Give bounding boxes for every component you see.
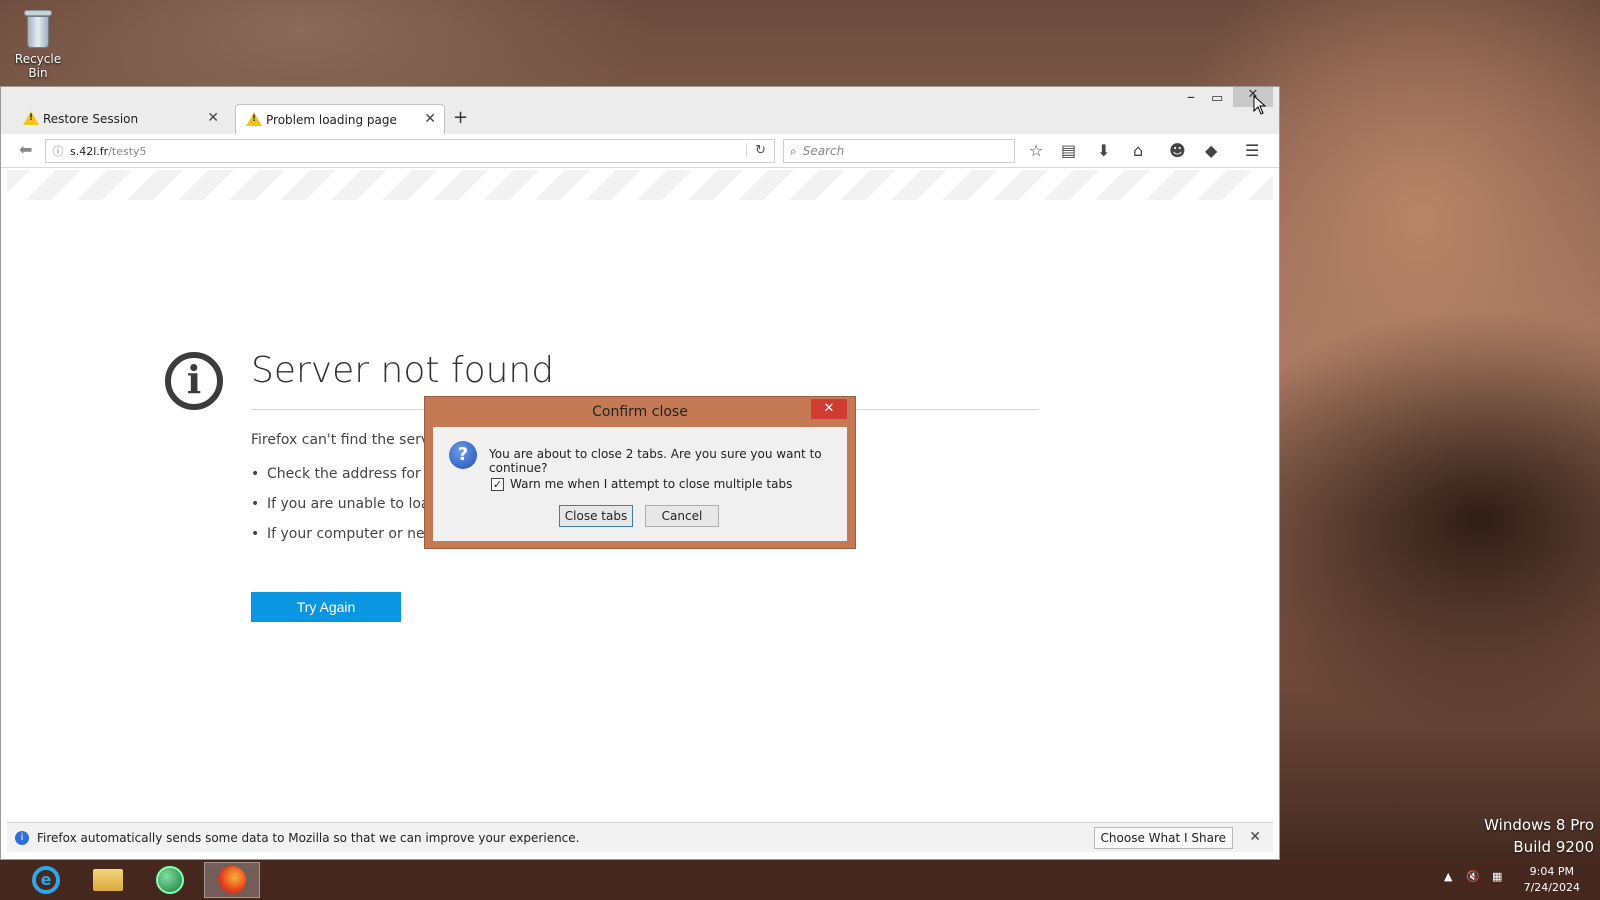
nav-bar: ⬅ ⓘ s.42l.fr/testy5 ↻ ⌕ Search ☆ ▤ ⬇ ⌂ ☻… <box>1 134 1279 168</box>
warn-checkbox-row[interactable]: ✓ Warn me when I attempt to close multip… <box>491 477 792 491</box>
tab-label: Problem loading page <box>266 112 397 127</box>
search-placeholder: Search <box>802 144 845 158</box>
site-info-icon[interactable]: ⓘ <box>46 143 70 159</box>
tab-label: Restore Session <box>43 112 139 126</box>
notification-text: Firefox automatically sends some data to… <box>37 830 580 845</box>
taskbar-chrome[interactable] <box>142 862 198 898</box>
show-hidden-icons-icon[interactable]: ▲ <box>1444 870 1452 883</box>
url-bar[interactable]: ⓘ s.42l.fr/testy5 ↻ <box>45 139 775 163</box>
question-icon: ? <box>449 441 477 469</box>
internet-explorer-icon: e <box>32 866 60 894</box>
firefox-icon <box>218 866 246 894</box>
minimize-icon[interactable]: – <box>1187 87 1195 106</box>
hello-icon[interactable]: ☻ <box>1169 141 1186 160</box>
clock-date: 7/24/2024 <box>1523 881 1580 894</box>
url-path: /testy5 <box>108 144 147 158</box>
recycle-bin-label: Recycle Bin <box>14 52 62 80</box>
title-bar: Restore Session ✕ Problem loading page ✕… <box>1 87 1279 134</box>
file-explorer-icon <box>93 869 123 891</box>
error-description: Firefox can't find the serve <box>251 432 438 448</box>
recycle-bin[interactable]: Recycle Bin <box>6 6 70 80</box>
close-icon[interactable]: ✕ <box>1249 829 1261 845</box>
download-icon[interactable]: ⬇ <box>1097 141 1110 160</box>
windows-watermark: Windows 8 Pro Build 9200 <box>1484 814 1594 858</box>
taskbar-ie[interactable]: e <box>18 862 74 898</box>
info-icon: i <box>165 352 223 410</box>
bookmark-star-icon[interactable]: ☆ <box>1029 141 1043 160</box>
bookmarks-list-icon[interactable]: ▤ <box>1061 141 1076 160</box>
search-input[interactable]: ⌕ Search <box>783 139 1015 163</box>
info-icon: i <box>15 830 29 845</box>
try-again-button[interactable]: Try Again <box>251 592 401 622</box>
warning-icon <box>246 112 262 126</box>
confirm-close-dialog: Confirm close ✕ ? You are about to close… <box>424 396 856 549</box>
page-title: Server not found <box>251 350 555 391</box>
network-icon[interactable]: ▦ <box>1492 870 1502 883</box>
dialog-body: ? You are about to close 2 tabs. Are you… <box>433 427 847 541</box>
back-arrow-icon[interactable]: ⬅ <box>19 140 32 159</box>
dialog-title: Confirm close <box>592 404 688 420</box>
tab-problem-loading[interactable]: Problem loading page ✕ <box>235 104 445 134</box>
maximize-icon[interactable]: ▭ <box>1211 91 1223 106</box>
new-tab-icon[interactable]: + <box>453 107 468 128</box>
clock-time: 9:04 PM <box>1529 865 1574 878</box>
home-icon[interactable]: ⌂ <box>1133 141 1143 160</box>
choose-what-i-share-button[interactable]: Choose What I Share <box>1093 827 1233 849</box>
cancel-button[interactable]: Cancel <box>645 505 719 527</box>
dialog-close-icon[interactable]: ✕ <box>811 399 847 419</box>
warning-icon <box>23 111 39 125</box>
volume-muted-icon[interactable]: 🔇 <box>1466 870 1480 883</box>
tab-restore-session[interactable]: Restore Session ✕ <box>13 104 227 134</box>
pocket-icon[interactable]: ◆ <box>1205 141 1217 160</box>
mouse-cursor-icon <box>1253 94 1267 119</box>
reload-icon[interactable]: ↻ <box>746 143 766 158</box>
recycle-bin-icon <box>22 8 54 48</box>
chrome-icon <box>156 866 184 894</box>
notification-bar: i Firefox automatically sends some data … <box>7 822 1273 852</box>
watermark-line1: Windows 8 Pro <box>1484 816 1594 834</box>
close-tabs-button[interactable]: Close tabs <box>559 505 633 527</box>
close-tab-icon[interactable]: ✕ <box>207 110 219 126</box>
search-icon: ⌕ <box>790 143 797 158</box>
checkbox-label: Warn me when I attempt to close multiple… <box>510 477 793 491</box>
watermark-line2: Build 9200 <box>1513 838 1594 856</box>
menu-icon[interactable]: ☰ <box>1245 141 1259 160</box>
system-clock[interactable]: 9:04 PM 7/24/2024 <box>1524 864 1580 896</box>
taskbar: e ▲ 🔇 ▦ 9:04 PM 7/24/2024 <box>0 860 1600 900</box>
checkbox[interactable]: ✓ <box>491 477 504 491</box>
taskbar-firefox[interactable] <box>204 862 260 898</box>
close-tab-icon[interactable]: ✕ <box>424 111 436 127</box>
stripe-banner <box>7 170 1273 200</box>
dialog-message: You are about to close 2 tabs. Are you s… <box>489 447 822 475</box>
taskbar-explorer[interactable] <box>80 862 136 898</box>
url-host: s.42l.fr <box>70 144 109 158</box>
